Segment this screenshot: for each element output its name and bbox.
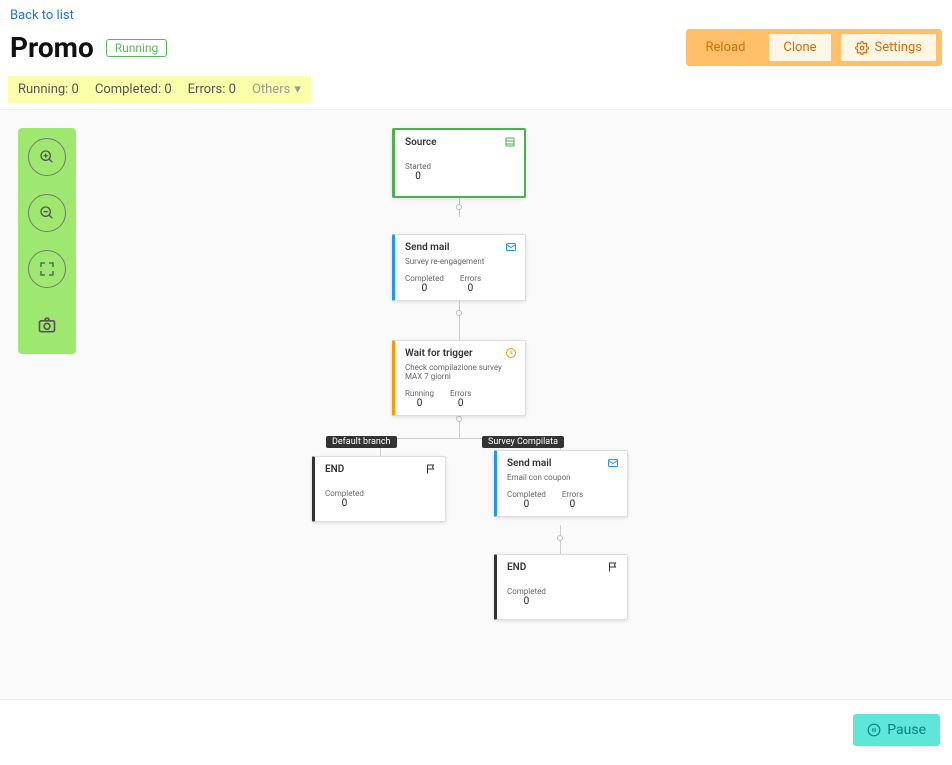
stat-value: 0	[405, 398, 434, 409]
pause-button[interactable]: Pause	[853, 714, 940, 746]
stat-label: Running	[405, 389, 434, 398]
node-send-mail-1[interactable]: Send mail Survey re-engagement Completed…	[392, 234, 526, 301]
page-title: Promo	[10, 31, 94, 64]
connector-dot	[456, 204, 462, 210]
node-subtitle: Email con coupon	[507, 473, 619, 482]
stat-value: 0	[405, 171, 431, 182]
pause-icon	[867, 723, 881, 737]
mail-icon	[505, 241, 517, 253]
flag-icon	[425, 463, 437, 475]
mail-icon	[607, 457, 619, 469]
stat-label: Completed	[507, 587, 546, 596]
stats-bar: Running: 0 Completed: 0 Errors: 0 Others…	[8, 76, 311, 103]
node-source[interactable]: Source Started 0	[392, 128, 526, 198]
node-subtitle: Survey re-engagement	[405, 257, 517, 266]
node-subtitle: Check compilazione survey MAX 7 giorni	[405, 363, 517, 381]
node-title: END	[507, 562, 526, 573]
stat-label: Completed	[405, 274, 444, 283]
stat-errors: Errors: 0	[188, 82, 236, 97]
title-wrap: Promo Running	[10, 31, 167, 64]
node-end-1[interactable]: END Completed0	[312, 456, 446, 522]
node-title: Send mail	[507, 458, 551, 469]
stat-value: 0	[562, 499, 583, 510]
header: Promo Running Reload Clone Settings	[0, 23, 952, 66]
node-end-2[interactable]: END Completed0	[494, 554, 628, 620]
stat-value: 0	[325, 498, 364, 509]
pause-button-label: Pause	[887, 722, 926, 738]
workflow-canvas[interactable]: Default branch Survey Compilata Source S…	[0, 109, 952, 699]
stat-others-dropdown[interactable]: Others ▾	[252, 82, 301, 97]
zoom-in-button[interactable]	[28, 138, 66, 176]
zoom-out-button[interactable]	[28, 194, 66, 232]
caret-down-icon: ▾	[294, 82, 301, 97]
database-icon	[504, 136, 516, 148]
history-icon	[505, 347, 517, 359]
settings-button-label: Settings	[875, 40, 922, 55]
node-title: Source	[405, 137, 436, 148]
stat-others-label: Others	[252, 82, 290, 97]
settings-button[interactable]: Settings	[840, 33, 937, 62]
back-to-list-link[interactable]: Back to list	[10, 8, 74, 23]
stat-value: 0	[450, 398, 471, 409]
stat-label: Completed	[325, 489, 364, 498]
screenshot-button[interactable]	[28, 306, 66, 344]
node-title: Wait for trigger	[405, 348, 473, 359]
reload-button[interactable]: Reload	[691, 33, 761, 62]
node-wait-for-trigger[interactable]: Wait for trigger Check compilazione surv…	[392, 340, 526, 416]
stat-value: 0	[460, 283, 481, 294]
stat-label: Errors	[460, 274, 481, 283]
connector-dot	[557, 535, 563, 541]
stat-value: 0	[507, 596, 546, 607]
flag-icon	[607, 561, 619, 573]
connector-dot	[456, 416, 462, 422]
stat-running: Running: 0	[18, 82, 79, 97]
status-badge: Running	[106, 39, 168, 57]
node-title: END	[325, 464, 344, 475]
gear-icon	[855, 41, 869, 55]
action-bar: Reload Clone Settings	[686, 29, 942, 66]
branch-label-default: Default branch	[326, 436, 397, 448]
stat-completed: Completed: 0	[95, 82, 172, 97]
stat-value: 0	[507, 499, 546, 510]
branch-label-survey: Survey Compilata	[482, 436, 564, 448]
clone-button[interactable]: Clone	[768, 33, 831, 62]
stat-label: Errors	[450, 389, 471, 398]
connector-dot	[456, 310, 462, 316]
node-send-mail-2[interactable]: Send mail Email con coupon Completed0 Er…	[494, 450, 628, 517]
stat-label: Errors	[562, 490, 583, 499]
footer: Pause	[0, 699, 952, 754]
stat-value: 0	[405, 283, 444, 294]
stat-label: Started	[405, 162, 431, 171]
node-title: Send mail	[405, 242, 449, 253]
stat-label: Completed	[507, 490, 546, 499]
canvas-toolbox	[18, 128, 76, 354]
fit-screen-button[interactable]	[28, 250, 66, 288]
